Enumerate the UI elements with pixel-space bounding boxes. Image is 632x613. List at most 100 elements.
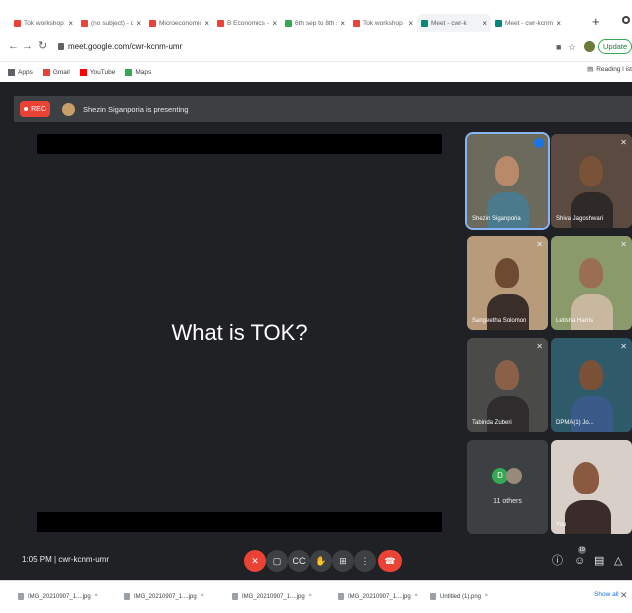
download-item[interactable]: Untitled (1).png ^: [430, 593, 488, 600]
meeting-details-icon[interactable]: ⓘ: [552, 556, 563, 567]
gmail-icon: [42, 68, 50, 76]
download-filename: IMG_20210907_1....jpg: [28, 593, 91, 600]
profile-avatar[interactable]: [584, 41, 595, 52]
tab-close-icon[interactable]: ×: [136, 19, 141, 28]
bookmark-star-icon[interactable]: ☆: [568, 42, 576, 52]
tab-close-icon[interactable]: ×: [556, 19, 561, 28]
close-shelf-icon[interactable]: ✕: [620, 590, 628, 601]
tab-favicon-icon: [14, 19, 21, 27]
chat-icon[interactable]: ▤: [594, 556, 604, 567]
browser-tab[interactable]: Meet - cwr-kcnm ×: [491, 14, 565, 32]
tab-title: 6th sep to 8th se: [295, 19, 337, 27]
presentation-stage: What is TOK?: [37, 134, 442, 532]
others-avatars: D: [492, 468, 526, 484]
participant-tile[interactable]: Letisha Harris ✕: [551, 236, 632, 330]
tab-close-icon[interactable]: ×: [204, 19, 209, 28]
participant-tile[interactable]: Sangeetha Solomon ✕: [467, 236, 548, 330]
participant-name: Shezin Siganporia: [472, 216, 521, 222]
leave-call-button[interactable]: ☎: [378, 550, 402, 572]
download-item[interactable]: IMG_20210907_1....jpg ^: [232, 593, 312, 600]
tab-title: Tok workshop - c: [24, 19, 65, 27]
tab-favicon-icon: [81, 19, 88, 27]
bookmark-maps[interactable]: Maps: [125, 68, 152, 76]
chevron-up-icon[interactable]: ^: [485, 594, 488, 600]
profile-menu-icon[interactable]: [622, 16, 630, 24]
participant-video-body: [571, 294, 613, 330]
address-text: meet.google.com/cwr-kcnm-umr: [68, 42, 183, 51]
hand-icon: ✋: [315, 555, 327, 566]
self-view-tile[interactable]: You: [551, 440, 632, 534]
reading-list-button[interactable]: ▤ Reading l ist: [587, 65, 632, 74]
chevron-up-icon[interactable]: ^: [95, 594, 98, 600]
participant-name: Shiva Jagoshwari: [556, 216, 604, 222]
participant-video-body: [571, 396, 613, 432]
participant-tile[interactable]: Tabinda Zuberi ✕: [467, 338, 548, 432]
participant-tile[interactable]: Shezin Siganporia: [465, 132, 550, 230]
chevron-up-icon[interactable]: ^: [309, 594, 312, 600]
tab-favicon-icon: [217, 19, 224, 27]
participant-video-face: [579, 258, 603, 288]
bookmarks-bar: Apps Gmail YouTube Maps ▤ Reading l ist: [0, 62, 632, 82]
captions-icon: CC: [292, 556, 306, 566]
participant-name: You: [556, 522, 567, 528]
new-tab-button[interactable]: +: [592, 14, 600, 30]
tab-favicon-icon: [285, 19, 292, 27]
tab-favicon-icon: [421, 19, 428, 27]
others-tile[interactable]: D 11 others: [467, 440, 548, 534]
tab-close-icon[interactable]: ×: [272, 19, 277, 28]
participant-tile[interactable]: DPMA(1) Jo... ✕: [551, 338, 632, 432]
maps-icon: [125, 68, 133, 76]
tab-title: Tok workshop - c: [363, 19, 405, 27]
download-filename: IMG_20210907_1....jpg: [242, 593, 305, 600]
browser-tab[interactable]: Tok workshop - c×: [10, 14, 77, 32]
tab-close-icon[interactable]: ×: [482, 19, 487, 28]
tab-close-icon[interactable]: ×: [408, 19, 413, 28]
chevron-up-icon[interactable]: ^: [415, 594, 418, 600]
bookmark-label: Maps: [135, 68, 152, 76]
meeting-info: 1:05 PM | cwr-kcnm-umr: [22, 555, 109, 564]
browser-tab[interactable]: Tok workshop - c×: [349, 14, 417, 32]
tab-close-icon[interactable]: ×: [340, 19, 345, 28]
browser-tab[interactable]: 6th sep to 8th se×: [281, 14, 349, 32]
download-item[interactable]: IMG_20210907_1....jpg ^: [338, 593, 418, 600]
bookmark-gmail[interactable]: Gmail: [42, 68, 70, 76]
reading-list-icon: ▤: [587, 66, 594, 73]
mic-toggle-button[interactable]: ✕: [244, 550, 266, 572]
reading-list-label: Reading l ist: [596, 65, 632, 73]
camera-toggle-button[interactable]: ▢: [266, 550, 288, 572]
participant-video-body: [487, 294, 529, 330]
browser-tab[interactable]: (no subject) - dh ×: [77, 14, 145, 32]
download-item[interactable]: IMG_20210907_1....jpg ^: [124, 593, 204, 600]
participant-count-badge: 19: [578, 546, 586, 554]
present-now-button[interactable]: ⊞: [332, 550, 354, 572]
address-bar[interactable]: meet.google.com/cwr-kcnm-umr: [58, 38, 538, 55]
browser-tab[interactable]: Microeconomics ×: [145, 14, 213, 32]
download-filename: Untitled (1).png: [440, 593, 482, 600]
participant-video-face: [495, 360, 519, 390]
tab-favicon-icon: [353, 19, 360, 27]
camera-in-use-icon[interactable]: ■: [556, 42, 561, 52]
participant-name: Tabinda Zuberi: [472, 420, 512, 426]
back-icon[interactable]: ←: [8, 40, 19, 52]
forward-icon[interactable]: →: [22, 40, 33, 52]
presenter-avatar: [62, 102, 75, 116]
lock-icon: [58, 43, 64, 50]
bookmark-apps[interactable]: Apps: [8, 68, 33, 76]
reload-icon[interactable]: ↻: [38, 40, 47, 52]
people-icon[interactable]: ☺: [574, 556, 585, 567]
captions-toggle-button[interactable]: CC: [288, 550, 310, 572]
activities-icon[interactable]: △: [614, 556, 622, 567]
file-icon: [18, 593, 24, 600]
bookmark-youtube[interactable]: YouTube: [79, 68, 116, 76]
tab-close-icon[interactable]: ×: [68, 19, 73, 28]
more-options-button[interactable]: ⋮: [354, 550, 376, 572]
update-button[interactable]: Update: [598, 39, 632, 54]
download-item[interactable]: IMG_20210907_1....jpg ^: [18, 593, 98, 600]
chevron-up-icon[interactable]: ^: [201, 594, 204, 600]
browser-tab[interactable]: B Economics - Tr×: [213, 14, 281, 32]
bookmark-label: YouTube: [89, 68, 116, 76]
participant-tile[interactable]: Shiva Jagoshwari ✕: [551, 134, 632, 228]
browser-tab[interactable]: Meet - cwr-k ×: [417, 14, 491, 32]
show-all-link[interactable]: Show all: [594, 591, 619, 598]
raise-hand-button[interactable]: ✋: [310, 550, 332, 572]
